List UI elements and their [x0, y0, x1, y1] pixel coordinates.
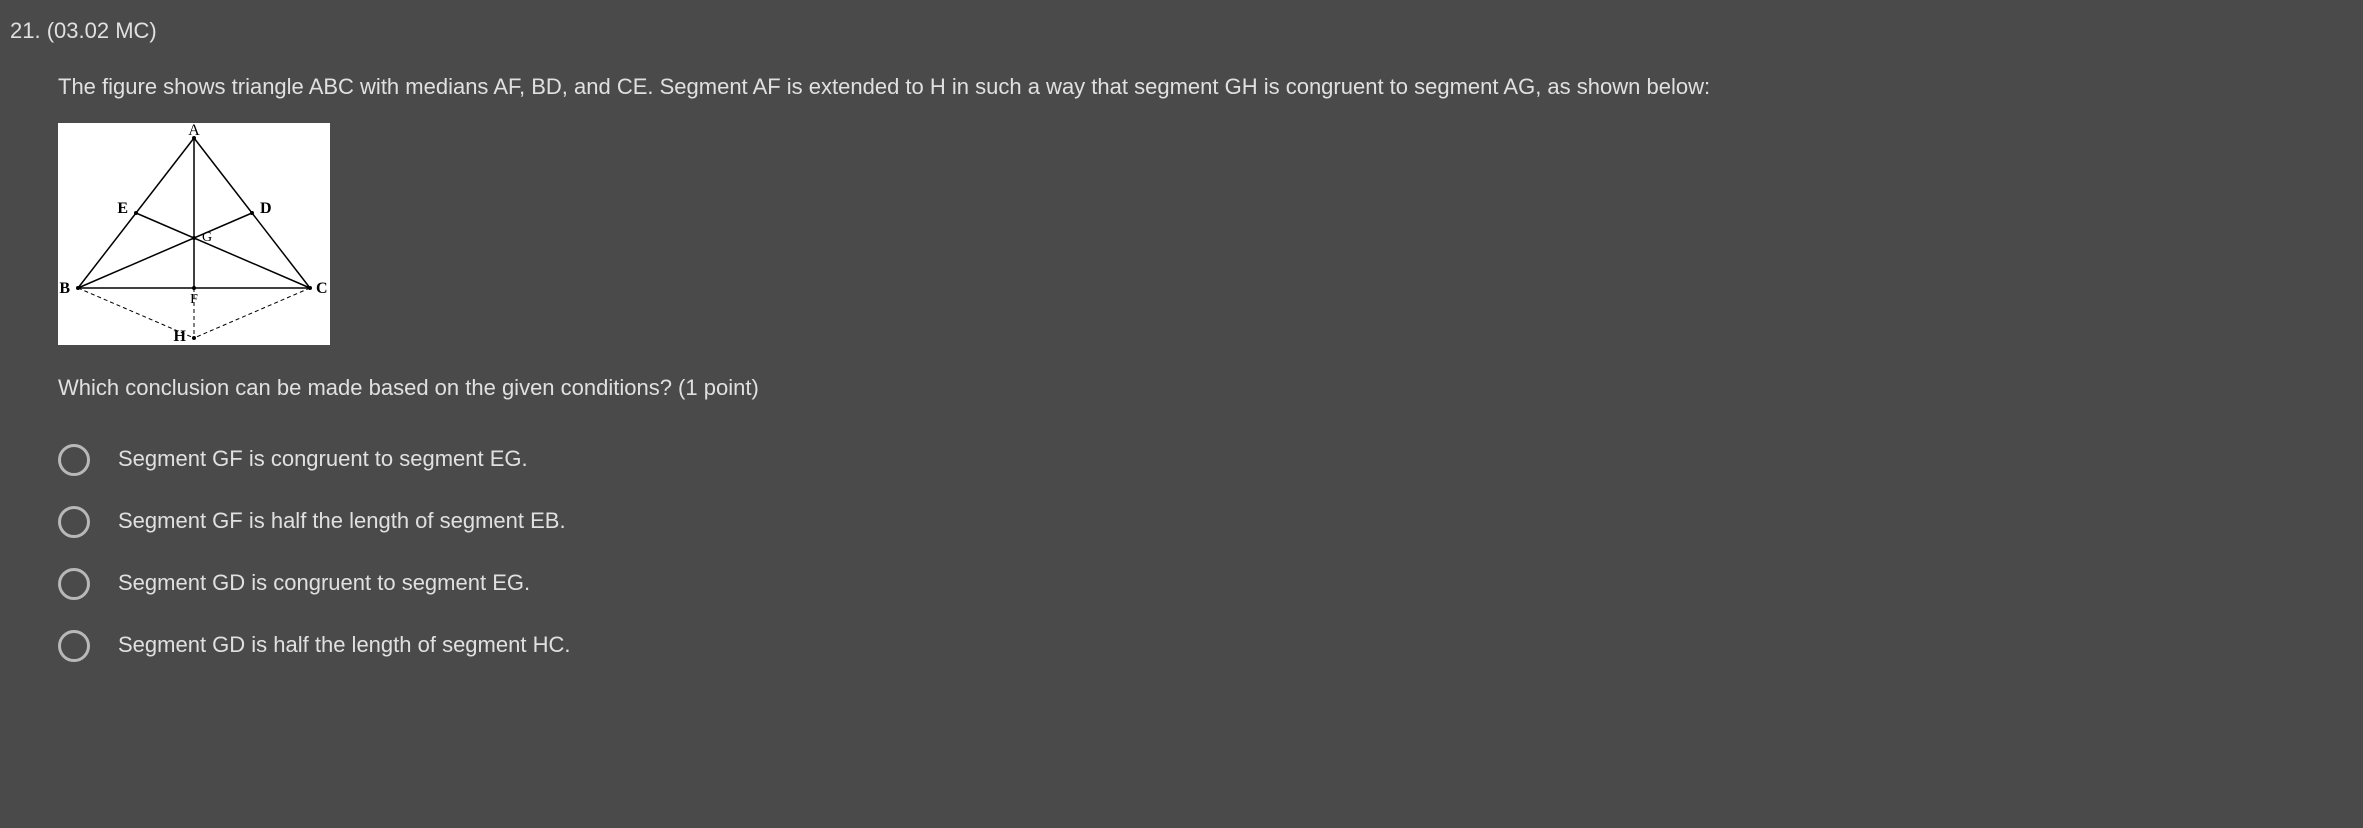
svg-text:G: G — [202, 230, 212, 245]
options-list: Segment GF is congruent to segment EG. S… — [58, 444, 2353, 662]
svg-text:F: F — [190, 292, 198, 307]
question-prompt: Which conclusion can be made based on th… — [58, 373, 2353, 404]
triangle-diagram-icon: A B C D E F G H — [58, 123, 330, 345]
svg-text:D: D — [260, 200, 272, 217]
svg-text:A: A — [188, 123, 200, 139]
option-label: Segment GF is half the length of segment… — [118, 507, 566, 536]
option-2[interactable]: Segment GF is half the length of segment… — [58, 506, 2353, 538]
svg-text:H: H — [174, 328, 187, 345]
svg-text:E: E — [117, 200, 128, 217]
option-1[interactable]: Segment GF is congruent to segment EG. — [58, 444, 2353, 476]
option-label: Segment GD is half the length of segment… — [118, 631, 570, 660]
option-3[interactable]: Segment GD is congruent to segment EG. — [58, 568, 2353, 600]
option-label: Segment GD is congruent to segment EG. — [118, 569, 530, 598]
option-4[interactable]: Segment GD is half the length of segment… — [58, 630, 2353, 662]
question-text: The figure shows triangle ABC with media… — [58, 72, 2353, 103]
radio-icon — [58, 444, 90, 476]
radio-icon — [58, 630, 90, 662]
svg-text:C: C — [316, 280, 328, 297]
svg-text:B: B — [59, 280, 70, 297]
figure-image: A B C D E F G H — [58, 123, 330, 345]
question-number: 21. (03.02 MC) — [10, 18, 2353, 44]
question-body: The figure shows triangle ABC with media… — [10, 72, 2353, 662]
radio-icon — [58, 506, 90, 538]
option-label: Segment GF is congruent to segment EG. — [118, 445, 528, 474]
radio-icon — [58, 568, 90, 600]
